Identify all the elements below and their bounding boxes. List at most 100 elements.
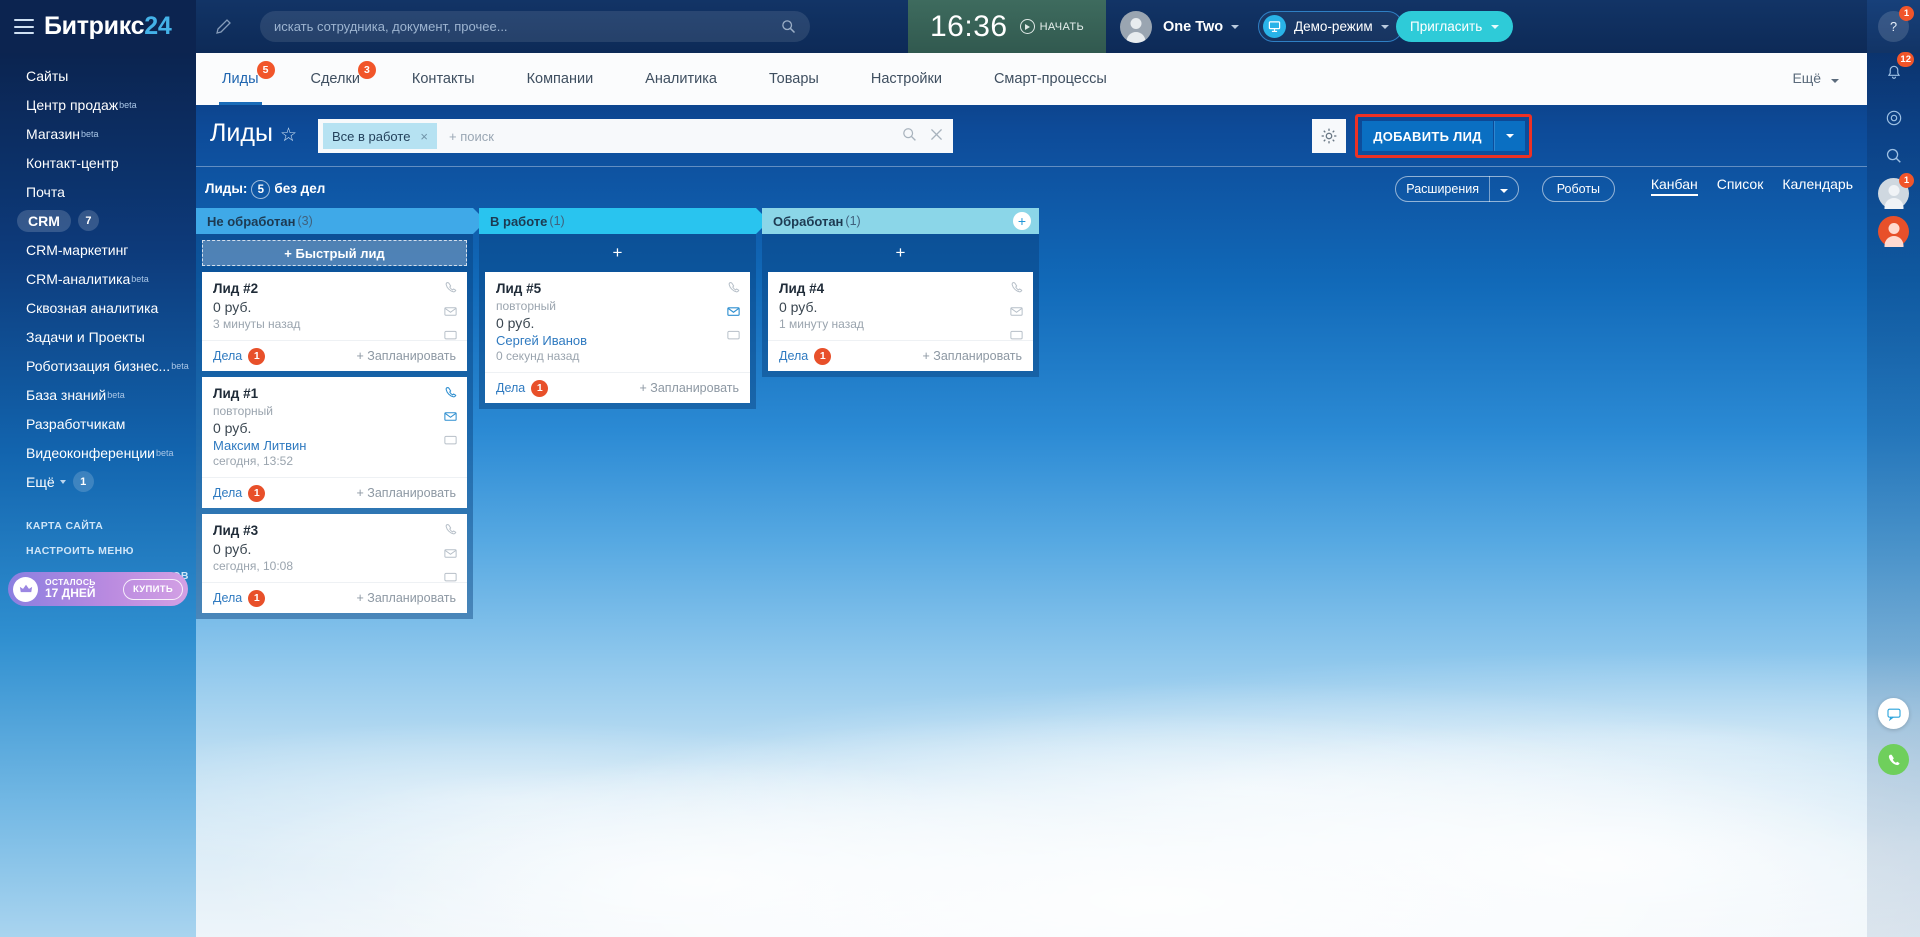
card-person[interactable]: Максим Литвин (213, 438, 456, 453)
chevron-down-icon[interactable] (1490, 180, 1518, 198)
kanban-card[interactable]: Лид #2 0 руб. 3 минуты назад Дела 1 + За… (202, 272, 467, 371)
mail-icon[interactable] (1009, 304, 1024, 319)
rail-search-button[interactable] (1878, 140, 1909, 171)
sidebar-item-sites[interactable]: Сайты (0, 61, 196, 90)
view-calendar[interactable]: Календарь (1782, 176, 1853, 196)
quick-lead-add-button[interactable]: + Быстрый лид (202, 240, 467, 266)
filter-chip-all-in-work[interactable]: Все в работе × (323, 123, 438, 149)
view-kanban[interactable]: Канбан (1650, 176, 1698, 196)
sidebar-item-sales-center[interactable]: Центр продаж beta (0, 90, 196, 119)
user-menu[interactable]: One Two (1120, 0, 1240, 53)
filter-bar[interactable]: Все в работе × + поиск (318, 119, 953, 153)
sidebar-item-tasks-projects[interactable]: Задачи и Проекты (0, 322, 196, 351)
card-person[interactable]: Сергей Иванов (496, 333, 739, 348)
filter-search-placeholder[interactable]: + поиск (449, 129, 494, 144)
card-deals-link[interactable]: Дела 1 (213, 347, 266, 365)
kanban-column-header[interactable]: В работе (1) (479, 208, 769, 234)
sidebar-item-crm[interactable]: CRM 7 (0, 206, 196, 235)
kanban-card[interactable]: Лид #3 0 руб. сегодня, 10:08 Дела 1 + За… (202, 514, 467, 613)
tab-products[interactable]: Товары (743, 53, 845, 105)
global-search-box[interactable] (260, 11, 810, 42)
mail-icon[interactable] (443, 304, 458, 319)
sidebar-item-crm-analytics[interactable]: CRM-аналитика beta (0, 264, 196, 293)
start-workday-button[interactable]: НАЧАТЬ (1019, 19, 1085, 34)
tab-companies[interactable]: Компании (501, 53, 620, 105)
phone-icon[interactable] (443, 280, 458, 295)
extensions-button[interactable]: Расширения (1395, 176, 1519, 202)
chat-button[interactable] (1878, 102, 1909, 133)
tab-smart-processes[interactable]: Смарт-процессы (968, 53, 1133, 105)
comment-icon[interactable] (1009, 328, 1024, 343)
demo-mode-button[interactable]: Демо-режим (1258, 11, 1403, 42)
sidebar-item-crm-marketing[interactable]: CRM-маркетинг (0, 235, 196, 264)
nav-more-button[interactable]: Ещё (1792, 70, 1839, 86)
tab-deals[interactable]: Сделки 3 (285, 53, 386, 105)
card-plan-button[interactable]: + Запланировать (357, 349, 457, 363)
phone-icon[interactable] (1009, 280, 1024, 295)
add-column-button[interactable]: + (1013, 212, 1031, 230)
kanban-column-header[interactable]: Обработан (1) + (762, 208, 1039, 234)
comment-icon[interactable] (443, 328, 458, 343)
rail-avatar-2[interactable] (1878, 216, 1909, 247)
card-deals-link[interactable]: Дела 1 (779, 347, 832, 365)
add-lead-button[interactable]: ДОБАВИТЬ ЛИД (1362, 121, 1493, 151)
card-plan-button[interactable]: + Запланировать (640, 381, 740, 395)
robots-button[interactable]: Роботы (1541, 176, 1615, 202)
search-input[interactable] (274, 19, 781, 34)
chevron-down-icon[interactable] (1491, 24, 1500, 29)
sidebar-item-contact-center[interactable]: Контакт-центр (0, 148, 196, 177)
tab-settings[interactable]: Настройки (845, 53, 968, 105)
rail-avatar-1[interactable]: 1 (1878, 173, 1914, 209)
card-plan-button[interactable]: + Запланировать (357, 591, 457, 605)
kanban-card[interactable]: Лид #5 повторный 0 руб. Сергей Иванов 0 … (485, 272, 750, 403)
avatar[interactable] (1120, 10, 1152, 43)
sidebar-item-video-conferences[interactable]: Видеоконференции beta (0, 438, 196, 467)
invite-button[interactable]: Пригласить (1396, 11, 1514, 42)
help-button[interactable]: ? 1 (1878, 6, 1914, 42)
sidebar-item-shop[interactable]: Магазин beta (0, 119, 196, 148)
buy-button[interactable]: КУПИТЬ (122, 578, 183, 600)
sidebar-item-knowledge-base[interactable]: База знаний beta (0, 380, 196, 409)
sidebar-item-business-automation[interactable]: Роботизация бизнес... beta (0, 351, 196, 380)
sidebar-link-sitemap[interactable]: КАРТА САЙТА (0, 513, 196, 538)
comment-icon[interactable] (443, 433, 458, 448)
mail-icon[interactable] (443, 546, 458, 561)
sidebar-item-developers[interactable]: Разработчикам (0, 409, 196, 438)
add-lead-dropdown-button[interactable] (1494, 121, 1525, 151)
card-deals-link[interactable]: Дела 1 (496, 379, 549, 397)
sidebar-item-mail[interactable]: Почта (0, 177, 196, 206)
time-tracker-clock[interactable]: 16:36 НАЧАТЬ (908, 0, 1106, 53)
tab-leads[interactable]: Лиды 5 (196, 53, 285, 105)
settings-gear-button[interactable] (1312, 119, 1346, 153)
tab-analytics[interactable]: Аналитика (619, 53, 743, 105)
menu-burger-icon[interactable] (14, 19, 34, 34)
add-card-button[interactable]: + (768, 240, 1033, 266)
mail-icon[interactable] (726, 304, 741, 319)
feedback-button[interactable] (1878, 698, 1909, 729)
chevron-down-icon[interactable] (1231, 24, 1240, 29)
search-icon[interactable] (902, 127, 917, 142)
favorite-star-icon[interactable]: ☆ (280, 124, 297, 147)
card-deals-link[interactable]: Дела 1 (213, 589, 266, 607)
card-plan-button[interactable]: + Запланировать (357, 486, 457, 500)
phone-icon[interactable] (443, 522, 458, 537)
chevron-down-icon[interactable] (1380, 24, 1389, 29)
view-list[interactable]: Список (1717, 176, 1764, 196)
search-icon[interactable] (781, 19, 796, 34)
card-plan-button[interactable]: + Запланировать (923, 349, 1023, 363)
pencil-icon[interactable] (214, 17, 234, 37)
kanban-card[interactable]: Лид #4 0 руб. 1 минуту назад Дела 1 + За… (768, 272, 1033, 371)
sidebar-item-end-to-end-analytics[interactable]: Сквозная аналитика (0, 293, 196, 322)
close-icon[interactable]: × (420, 129, 428, 144)
notifications-button[interactable]: 12 (1878, 52, 1914, 88)
close-icon[interactable] (929, 127, 944, 142)
phone-icon[interactable] (726, 280, 741, 295)
trial-promo-banner[interactable]: ОСТАЛОСЬ 17 ДНЕЙ КУПИТЬ (8, 572, 188, 606)
add-card-button[interactable]: + (485, 240, 750, 266)
call-button[interactable] (1878, 744, 1909, 775)
sidebar-item-more[interactable]: Ещё 1 (0, 467, 196, 496)
comment-icon[interactable] (443, 570, 458, 585)
tab-contacts[interactable]: Контакты (386, 53, 501, 105)
sidebar-link-configure-menu[interactable]: НАСТРОИТЬ МЕНЮ (0, 538, 196, 563)
kanban-card[interactable]: Лид #1 повторный 0 руб. Максим Литвин се… (202, 377, 467, 508)
